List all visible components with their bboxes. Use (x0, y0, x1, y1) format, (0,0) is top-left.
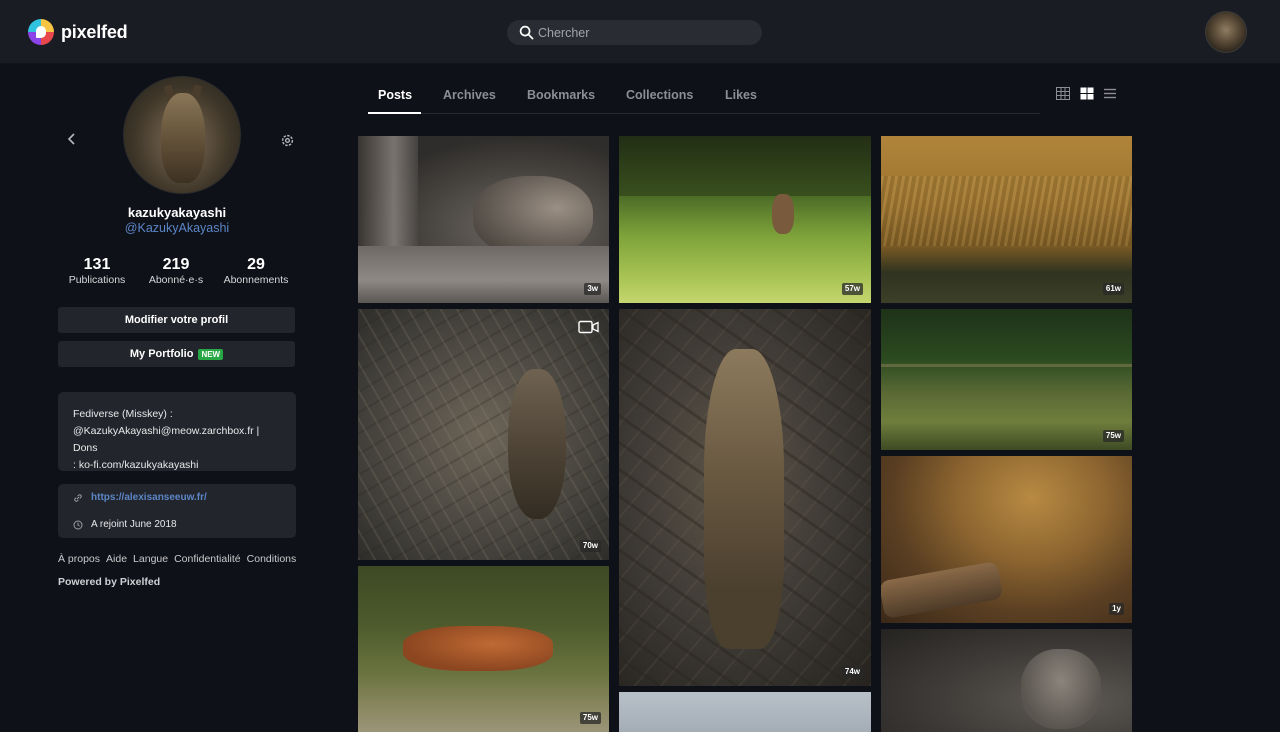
footer-link-help[interactable]: Aide (106, 553, 127, 565)
post-age-badge: 75w (579, 712, 601, 724)
profile-meta: https://alexisanseeuw.fr/ A rejoint June… (58, 484, 296, 538)
tab-bookmarks[interactable]: Bookmarks (527, 88, 595, 102)
footer-link-about[interactable]: À propos (58, 553, 100, 565)
tab-likes[interactable]: Likes (725, 88, 757, 102)
post-age-badge: 1y (1109, 603, 1124, 615)
stat-publications[interactable]: 131 Publications (58, 256, 136, 287)
edit-profile-button[interactable]: Modifier votre profil (58, 307, 295, 333)
app-name: pixelfed (61, 21, 128, 42)
bio-line: @KazukyAkayashi@meow.zarchbox.fr | Dons (73, 425, 260, 454)
tab-collections[interactable]: Collections (626, 88, 693, 102)
stat-followers[interactable]: 219 Abonné·e·s (136, 256, 216, 287)
grid-view-icon[interactable] (1056, 87, 1070, 100)
profile-tabs: Posts Archives Bookmarks Collections Lik… (368, 64, 1040, 114)
post-tile[interactable]: 70w (358, 309, 609, 560)
post-image-detail (1021, 649, 1101, 729)
search-input[interactable] (538, 25, 748, 40)
bio-line: Fediverse (Misskey) : (73, 408, 173, 420)
profile-bio: Fediverse (Misskey) : @KazukyAkayashi@me… (58, 392, 296, 471)
profile-handle[interactable]: @KazukyAkayashi (58, 221, 296, 235)
search-icon (519, 25, 534, 40)
user-avatar-menu[interactable] (1205, 11, 1247, 53)
portfolio-button[interactable]: My Portfolio NEW (58, 341, 295, 367)
video-icon (578, 320, 599, 334)
post-tile[interactable]: 3w (358, 136, 609, 303)
link-icon (74, 493, 82, 502)
post-image-detail (772, 194, 794, 234)
powered-by: Powered by Pixelfed (58, 576, 161, 588)
post-image-detail (403, 626, 553, 671)
post-tile[interactable]: 61w (881, 136, 1132, 303)
post-age-badge: 57w (841, 283, 863, 295)
footer-link-language[interactable]: Langue (133, 553, 168, 565)
footer-link-terms[interactable]: Conditions (247, 553, 297, 565)
stat-label: Publications (68, 274, 126, 286)
post-tile[interactable]: 1y (881, 456, 1132, 623)
active-tab-indicator (368, 112, 421, 114)
post-image-detail (881, 176, 1132, 246)
post-age-badge: 70w (579, 540, 601, 552)
bio-line: : ko-fi.com/kazukyakayashi (73, 459, 199, 471)
post-image-detail (881, 560, 1004, 620)
joined-row: A rejoint June 2018 (73, 519, 177, 530)
search-bar[interactable] (507, 20, 762, 45)
footer-link-privacy[interactable]: Confidentialité (174, 553, 241, 565)
joined-date: A rejoint June 2018 (91, 519, 177, 530)
footer-links: À propos Aide Langue Confidentialité Con… (58, 553, 298, 565)
post-image-detail (358, 246, 609, 303)
stat-label: Abonné·e·s (148, 274, 204, 286)
list-view-icon[interactable] (1103, 87, 1117, 100)
post-image-detail (358, 309, 609, 560)
profile-username: kazukyakayashi (127, 205, 227, 220)
tab-archives[interactable]: Archives (443, 88, 496, 102)
post-tile[interactable] (881, 629, 1132, 732)
top-navbar: pixelfed (0, 0, 1280, 64)
portfolio-label: My Portfolio (129, 348, 194, 360)
post-age-badge: 61w (1102, 283, 1124, 295)
masonry-view-icon[interactable] (1080, 87, 1094, 100)
post-image-detail (881, 364, 1132, 367)
post-tile[interactable]: 75w (881, 309, 1132, 450)
post-image-detail (619, 136, 871, 196)
post-tile[interactable] (619, 692, 871, 732)
post-tile[interactable]: 74w (619, 309, 871, 686)
stat-value: 29 (247, 256, 265, 273)
stat-value: 219 (162, 256, 190, 273)
new-badge: NEW (198, 348, 224, 360)
post-age-badge: 75w (1102, 430, 1124, 442)
profile-stats: 131 Publications 219 Abonné·e·s 29 Abonn… (58, 256, 296, 287)
stat-following[interactable]: 29 Abonnements (216, 256, 296, 287)
post-image-detail (508, 369, 566, 519)
gear-icon[interactable] (280, 133, 295, 148)
post-image-detail (704, 349, 784, 649)
post-age-badge: 74w (841, 666, 863, 678)
post-age-badge: 3w (584, 283, 601, 295)
website-link[interactable]: https://alexisanseeuw.fr/ (91, 492, 207, 503)
post-tile[interactable]: 57w (619, 136, 871, 303)
post-tile[interactable]: 75w (358, 566, 609, 732)
post-image-detail (473, 176, 593, 256)
website-row: https://alexisanseeuw.fr/ (73, 492, 207, 503)
pixelfed-logo-icon (28, 19, 54, 45)
profile-avatar (123, 76, 241, 194)
back-arrow-icon[interactable] (66, 132, 78, 146)
stat-value: 131 (83, 256, 111, 273)
stat-label: Abonnements (223, 274, 289, 286)
tab-posts[interactable]: Posts (378, 88, 412, 102)
clock-icon (73, 520, 83, 529)
pixelfed-logo[interactable]: pixelfed (28, 19, 128, 45)
